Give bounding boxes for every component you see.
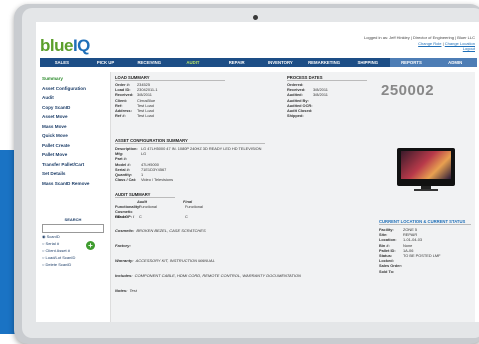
nav-reports[interactable]: REPORTS (389, 58, 434, 67)
load-summary-title: LOAD SUMMARY (115, 75, 225, 81)
audit-summary-title: AUDIT SUMMARY (115, 192, 175, 198)
search-panel: SEARCH ◉ ScanID ○ Serial # ○ Client Asse… (42, 217, 104, 268)
top-nav: SALES PICK UP RECEIVING AUDIT REPAIR INV… (40, 58, 478, 67)
process-dates-title: PROCESS DATES (287, 75, 367, 81)
nav-admin[interactable]: ADMIN (433, 58, 478, 67)
sidebar-item-copy-scanid[interactable]: Copy ScanID (42, 103, 104, 113)
current-location: Facility: ZONE 5 Site: REPAIR Location: 1-0… (379, 227, 441, 274)
audit-includes: Includes: COMPONENT CABLE, HDMI CORD, REM… (115, 273, 301, 278)
nav-repair[interactable]: REPAIR (215, 58, 259, 67)
audit-warranty: Warranty: ACCESSORY KIT, INSTRUCTION MANU… (115, 258, 215, 263)
nav-inventory[interactable]: INVENTORY (259, 58, 303, 67)
asset-config: Description: LG 47LH5000 47 IN. 1080P 240… (115, 146, 262, 183)
sidebar-item-transfer-pallet-cart[interactable]: Transfer Pallet/Cart (42, 160, 104, 170)
sidebar-item-asset-configuration[interactable]: Asset Configuration (42, 84, 104, 94)
change-role-link[interactable]: Change Role (418, 41, 441, 46)
logout-link[interactable]: Logout (463, 46, 475, 51)
nav-remarketing[interactable]: REMARKETING (302, 58, 346, 67)
search-option-load-lot[interactable]: ○ Load/Lot ScanID (42, 255, 104, 261)
current-location-title: CURRENT LOCATION & CURRENT STATUS (379, 219, 471, 225)
audit-notes: Notes: Test (115, 288, 137, 293)
camera-icon (253, 15, 258, 20)
sidebar-item-audit[interactable]: Audit (42, 93, 104, 103)
audit-cosmetic: Cosmetic: BROKEN BEZEL, CASE SCRATCHES (115, 228, 206, 233)
search-option-delete[interactable]: ○ Delete ScanID (42, 262, 104, 268)
sidebar-item-pallet-move[interactable]: Pallet Move (42, 150, 104, 160)
load-summary: Order #: 234525 Load ID: 23042011-1 Receiv… (115, 82, 158, 119)
sidebar-item-mass-scanid-remove[interactable]: Mass ScanID Remove (42, 179, 104, 189)
bluiq-logo[interactable]: blueIQ (40, 36, 90, 56)
search-title: SEARCH (64, 217, 82, 222)
laptop-screen: blueIQ Logged in as: Jeff Hinkley | Dire… (36, 22, 479, 322)
sidebar-item-summary[interactable]: Summary (42, 74, 104, 84)
sidebar-item-pallet-create[interactable]: Pallet Create (42, 141, 104, 151)
nav-shipping[interactable]: SHIPPING (346, 58, 390, 67)
audit-hd: HD: / OP: / (115, 214, 135, 219)
main-panel: LOAD SUMMARY Order #: 234525 Load ID: 2304… (110, 72, 475, 322)
nav-receiving[interactable]: RECEIVING (127, 58, 171, 67)
nav-audit[interactable]: AUDIT (171, 58, 215, 67)
nav-sales[interactable]: SALES (40, 58, 84, 67)
search-option-client-asset[interactable]: ○ Client Asset # (42, 248, 104, 254)
search-input[interactable] (42, 224, 104, 233)
audit-factory: Factory: (115, 243, 131, 248)
sidebar-item-set-details[interactable]: Set Details (42, 169, 104, 179)
search-option-scanid[interactable]: ◉ ScanID (42, 234, 104, 240)
process-dates: Ordered: Received: 3/8/2011 Audited: 3/8/2… (287, 82, 328, 119)
asset-id: 250002 (381, 82, 435, 99)
sidebar-item-mass-move[interactable]: Mass Move (42, 122, 104, 132)
search-go-button[interactable]: + (86, 241, 95, 250)
account-info: Logged in as: Jeff Hinkley | Director of… (305, 35, 475, 52)
television-image (397, 148, 455, 191)
sidebar-item-quick-move[interactable]: Quick Move (42, 131, 104, 141)
nav-pick-up[interactable]: PICK UP (84, 58, 128, 67)
asset-config-title: ASSET CONFIGURATION SUMMARY (115, 138, 265, 144)
sidebar: Summary Asset Configuration Audit Copy S… (42, 74, 104, 188)
sidebar-item-asset-move[interactable]: Asset Move (42, 112, 104, 122)
change-location-link[interactable]: Change Location (445, 41, 475, 46)
